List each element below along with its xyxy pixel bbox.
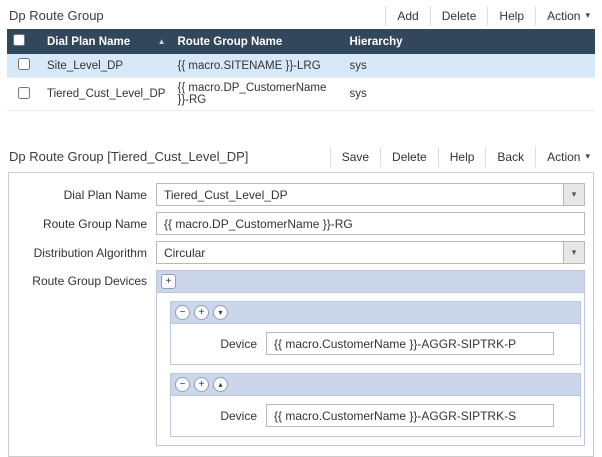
remove-device-button[interactable]: − [175,305,190,320]
sort-asc-icon: ▲ [158,37,166,46]
row-checkbox-cell [7,78,41,111]
device-group: − + ▾ Device [170,301,581,365]
form-row-dial-plan-name: Dial Plan Name Tiered_Cust_Level_DP ▾ [9,183,585,206]
cell-route-group-name: {{ macro.DP_CustomerName }}-RG [171,78,343,111]
cell-dial-plan-name: Site_Level_DP [41,54,171,78]
column-header-hierarchy[interactable]: Hierarchy [343,29,595,54]
route-group-name-input[interactable] [156,212,585,235]
cell-dial-plan-name: Tiered_Cust_Level_DP [41,78,171,111]
device-row: Device [171,404,580,427]
delete-button[interactable]: Delete [430,6,488,26]
dial-plan-name-value: Tiered_Cust_Level_DP [164,188,288,202]
column-header-route-group-name[interactable]: Route Group Name [171,29,343,54]
table-row[interactable]: Tiered_Cust_Level_DP {{ macro.DP_Custome… [7,78,595,111]
distribution-algorithm-label: Distribution Algorithm [9,246,156,260]
route-group-name-label: Route Group Name [9,217,156,231]
table-row[interactable]: Site_Level_DP {{ macro.SITENAME }}-LRG s… [7,54,595,78]
route-group-list-panel: Dp Route Group Add Delete Help Action ▾ … [0,0,602,111]
save-button[interactable]: Save [330,147,380,167]
remove-device-button[interactable]: − [175,377,190,392]
dial-plan-name-select[interactable]: Tiered_Cust_Level_DP ▾ [156,183,585,206]
action-menu-button[interactable]: Action ▾ [535,6,595,26]
caret-down-icon: ▾ [219,309,223,317]
list-toolbar: Dp Route Group Add Delete Help Action ▾ [7,2,595,29]
devices-panel-header: + [157,271,584,293]
help-button[interactable]: Help [487,6,535,26]
route-group-table: Dial Plan Name ▲ Route Group Name Hierar… [7,29,595,111]
cell-route-group-name: {{ macro.SITENAME }}-LRG [171,54,343,78]
row-checkbox[interactable] [18,58,30,70]
move-down-button[interactable]: ▾ [213,305,228,320]
action-menu-label: Action [547,9,580,23]
minus-icon: − [180,380,186,390]
action-menu-label: Action [547,150,580,164]
form-row-distribution-algorithm: Distribution Algorithm Circular ▾ [9,241,585,264]
cell-hierarchy: sys [343,54,595,78]
device-label: Device [171,337,266,351]
distribution-algorithm-value: Circular [164,246,205,260]
plus-icon: + [166,277,172,287]
add-device-group-button[interactable]: + [161,274,176,289]
device-label: Device [171,409,266,423]
row-checkbox-cell [7,54,41,78]
route-group-detail-panel: Dp Route Group [Tiered_Cust_Level_DP] Sa… [0,141,602,457]
caret-up-icon: ▴ [219,381,223,389]
back-button[interactable]: Back [485,147,535,167]
caret-down-icon: ▾ [585,151,590,162]
list-toolbar-buttons: Add Delete Help Action ▾ [385,6,595,26]
list-panel-title: Dp Route Group [7,8,104,23]
add-device-button[interactable]: + [194,377,209,392]
column-label-dial-plan-name: Dial Plan Name [47,36,130,48]
devices-panel-body: − + ▾ Device [157,293,584,445]
table-header-row: Dial Plan Name ▲ Route Group Name Hierar… [7,29,595,54]
device-row: Device [171,332,580,355]
detail-toolbar: Dp Route Group [Tiered_Cust_Level_DP] Sa… [7,143,595,170]
plus-icon: + [199,380,205,390]
column-header-dial-plan-name[interactable]: Dial Plan Name ▲ [41,29,171,54]
route-group-devices-panel: + − + ▾ [156,270,585,446]
device-group-header: − + ▾ [171,302,580,324]
select-all-header-cell [7,29,41,54]
route-group-devices-label: Route Group Devices [9,270,156,288]
minus-icon: − [180,308,186,318]
form-row-route-group-devices: Route Group Devices + − + [9,270,585,446]
help-button[interactable]: Help [438,147,486,167]
distribution-algorithm-select[interactable]: Circular ▾ [156,241,585,264]
device-group: − + ▴ Device [170,373,581,437]
detail-toolbar-buttons: Save Delete Help Back Action ▾ [330,147,595,167]
detail-panel-title: Dp Route Group [Tiered_Cust_Level_DP] [7,149,248,164]
caret-down-icon: ▾ [585,10,590,21]
add-device-button[interactable]: + [194,305,209,320]
device-group-body: Device [171,324,580,364]
move-up-button[interactable]: ▴ [213,377,228,392]
device-input[interactable] [266,332,554,355]
delete-button[interactable]: Delete [380,147,438,167]
form-row-route-group-name: Route Group Name [9,212,585,235]
action-menu-button[interactable]: Action ▾ [535,147,595,167]
caret-down-icon[interactable]: ▾ [563,242,584,263]
dial-plan-name-label: Dial Plan Name [9,188,156,202]
caret-down-icon[interactable]: ▾ [563,184,584,205]
add-button[interactable]: Add [385,6,429,26]
select-all-checkbox[interactable] [13,34,25,46]
device-group-body: Device [171,396,580,436]
device-group-header: − + ▴ [171,374,580,396]
row-checkbox[interactable] [18,87,30,99]
detail-form: Dial Plan Name Tiered_Cust_Level_DP ▾ Ro… [8,172,594,457]
device-input[interactable] [266,404,554,427]
cell-hierarchy: sys [343,78,595,111]
plus-icon: + [199,308,205,318]
